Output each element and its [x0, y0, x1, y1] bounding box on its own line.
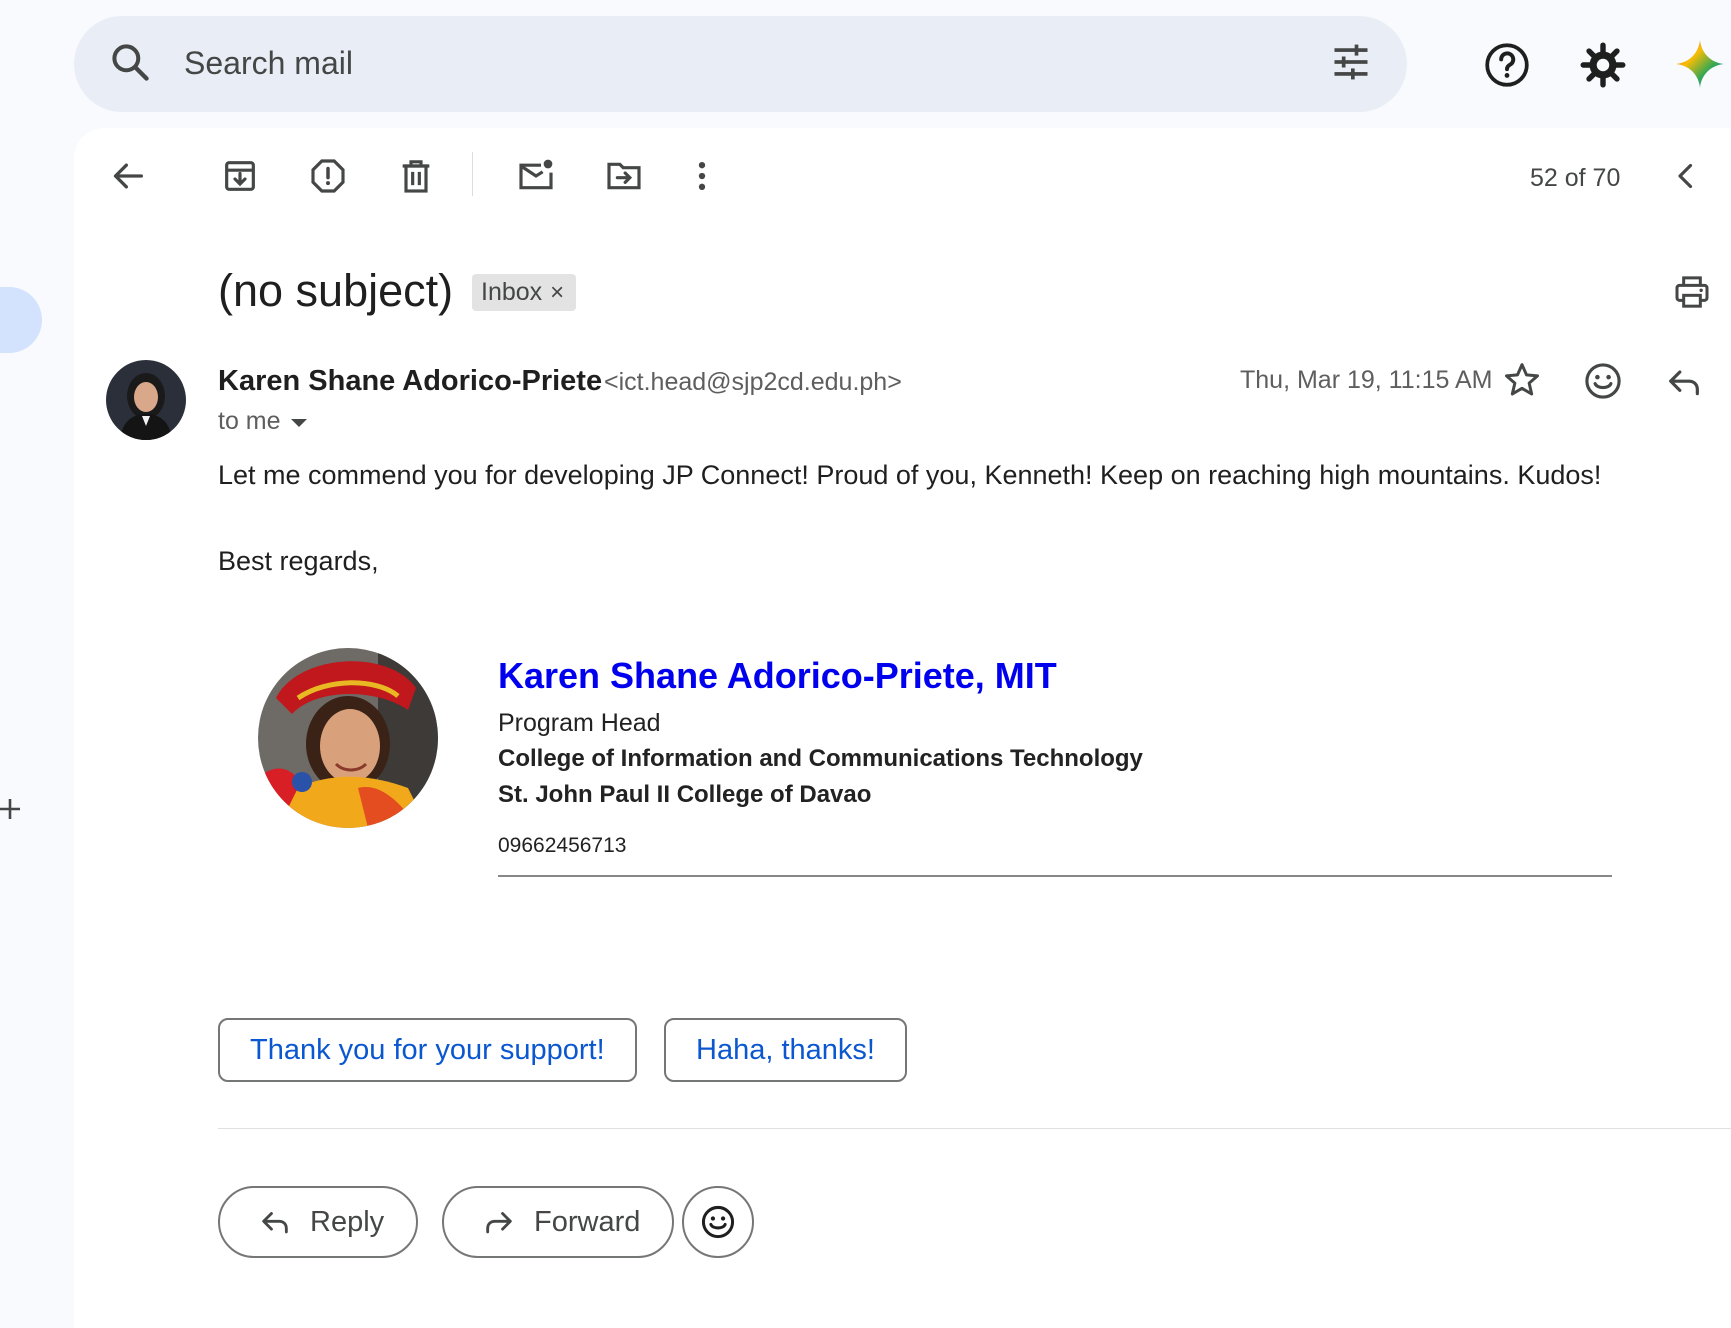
reply-label: Reply — [310, 1205, 385, 1238]
reply-icon[interactable] — [1664, 362, 1704, 402]
more-vert-icon[interactable] — [682, 156, 722, 196]
signature-school: St. John Paul II College of Davao — [498, 781, 872, 808]
help-icon[interactable] — [1482, 40, 1532, 90]
reply-divider — [218, 1128, 1731, 1129]
arrow-back-icon[interactable] — [108, 156, 148, 196]
nav-rail-active-indicator[interactable] — [0, 287, 42, 353]
recipient-label: to me — [218, 407, 281, 435]
signature-title: Program Head — [498, 709, 661, 737]
forward-icon — [486, 1212, 512, 1234]
gear-icon[interactable] — [1578, 40, 1628, 90]
signature-phone: 09662456713 — [498, 834, 627, 857]
forward-button[interactable]: Forward — [442, 1186, 675, 1258]
tune-icon[interactable] — [1329, 40, 1373, 84]
smart-reply-chip[interactable]: Thank you for your support! — [218, 1018, 637, 1082]
label-chip-inbox[interactable]: Inbox × — [472, 274, 577, 311]
subject-heading: (no subject) — [218, 265, 454, 316]
message-date: Thu, Mar 19, 11:15 AM — [1240, 366, 1493, 394]
label-chip-text: Inbox — [481, 278, 543, 306]
message-counter: 52 of 70 — [1530, 164, 1621, 192]
sender-name: Karen Shane Adorico-Priete — [218, 365, 603, 397]
chevron-left-icon[interactable] — [1668, 156, 1704, 196]
avatar[interactable] — [106, 360, 186, 440]
star-icon[interactable] — [1502, 360, 1542, 400]
emoji-reaction-button[interactable] — [682, 1186, 754, 1258]
report-spam-icon[interactable] — [308, 156, 348, 196]
signature-divider — [498, 875, 1612, 877]
reply-icon — [262, 1212, 288, 1234]
recipient-details-toggle[interactable]: to me — [218, 405, 307, 437]
chevron-down-icon[interactable] — [290, 419, 307, 427]
search-icon[interactable] — [108, 40, 152, 84]
gemini-sparkle-icon[interactable] — [1674, 38, 1726, 90]
message-closing: Best regards, — [218, 546, 379, 576]
message-body: Let me commend you for developing JP Con… — [218, 460, 1602, 490]
toolbar-divider — [472, 152, 473, 196]
emoji-icon — [701, 1205, 735, 1239]
signature-name-link[interactable]: Karen Shane Adorico-Priete, MIT — [498, 654, 1057, 698]
archive-icon[interactable] — [220, 156, 260, 196]
mark-unread-icon[interactable] — [516, 156, 556, 196]
emoji-icon[interactable] — [1582, 360, 1624, 402]
forward-label: Forward — [534, 1205, 641, 1238]
move-to-icon[interactable] — [604, 156, 644, 196]
plus-icon[interactable] — [0, 796, 22, 822]
close-icon[interactable]: × — [550, 274, 564, 311]
search-input[interactable]: Search mail — [184, 42, 353, 84]
reply-button[interactable]: Reply — [218, 1186, 419, 1258]
signature-college: College of Information and Communication… — [498, 745, 1143, 772]
smart-reply-chip[interactable]: Haha, thanks! — [664, 1018, 907, 1082]
trash-icon[interactable] — [396, 156, 436, 196]
sender-email: <ict.head@sjp2cd.edu.ph> — [604, 368, 902, 396]
signature-photo — [258, 648, 438, 828]
print-icon[interactable] — [1672, 272, 1712, 312]
